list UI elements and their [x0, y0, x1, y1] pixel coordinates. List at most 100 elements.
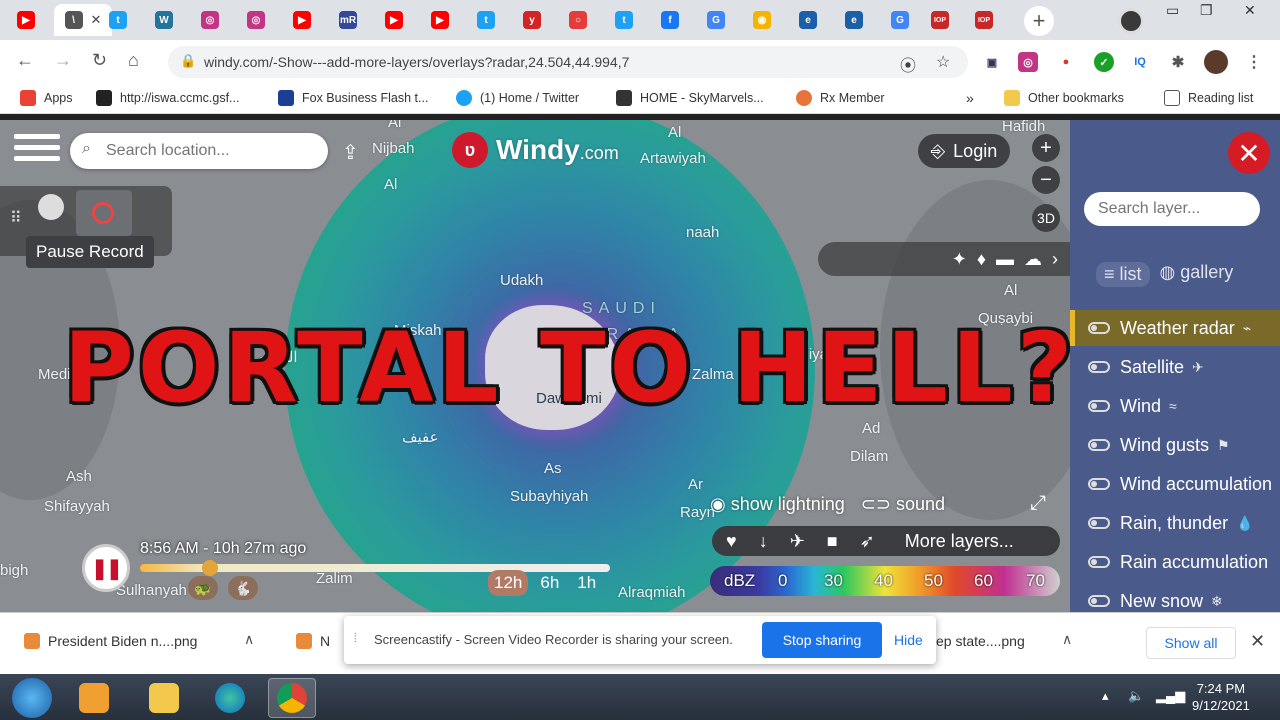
- location-search-input[interactable]: [106, 139, 316, 163]
- bookmark-twitter[interactable]: (1) Home / Twitter: [456, 90, 579, 106]
- show-all-downloads-button[interactable]: Show all: [1146, 627, 1236, 659]
- browser-tab[interactable]: G: [698, 4, 734, 36]
- layer-toggle[interactable]: [1088, 439, 1110, 451]
- tab-gallery[interactable]: ◍ gallery: [1160, 262, 1234, 287]
- login-button[interactable]: ⎆ Login: [918, 134, 1010, 168]
- instagram-extension-icon[interactable]: ◎: [1018, 52, 1038, 72]
- speed-fast-icon[interactable]: 🐇: [228, 576, 258, 600]
- bookmark-skymarvels[interactable]: HOME - SkyMarvels...: [616, 90, 764, 106]
- windy-map[interactable]: Al Nijbah Al Artawiyah Al Hafidh Miskah SAUDI AR…: [0, 120, 1070, 612]
- zoom-out-button[interactable]: −: [1032, 166, 1060, 194]
- browser-tab[interactable]: e: [790, 4, 826, 36]
- layer-toggle[interactable]: [1088, 478, 1110, 490]
- stop-sharing-button[interactable]: Stop sharing: [762, 622, 882, 658]
- browser-tab[interactable]: G: [882, 4, 918, 36]
- pause-record-button[interactable]: [76, 190, 132, 236]
- more-layers-button[interactable]: More layers...: [905, 531, 1014, 552]
- taskbar-file-explorer[interactable]: [140, 678, 188, 718]
- windows-start-button[interactable]: [12, 678, 52, 718]
- show-lightning-toggle[interactable]: ◉ show lightning: [710, 494, 845, 515]
- browser-tab[interactable]: W: [146, 4, 182, 36]
- browser-tab[interactable]: ○: [560, 4, 596, 36]
- browser-tab[interactable]: ◎: [192, 4, 228, 36]
- browser-tab[interactable]: ▶: [376, 4, 412, 36]
- menu-kebab-icon[interactable]: ⋮: [1244, 52, 1264, 72]
- chevron-right-icon[interactable]: ›: [1052, 249, 1058, 270]
- fullscreen-expand-icon[interactable]: ⤢: [1030, 492, 1046, 515]
- profile-avatar[interactable]: [1204, 50, 1228, 74]
- share-icon[interactable]: ⇪: [342, 140, 359, 165]
- pause-button[interactable]: ❚❚: [82, 544, 130, 592]
- layer-item[interactable]: Rain accumulation: [1070, 544, 1280, 580]
- layer-toggle[interactable]: [1088, 361, 1110, 373]
- browser-tab[interactable]: t: [606, 4, 642, 36]
- menu-hamburger-icon[interactable]: [14, 134, 60, 170]
- tab-list[interactable]: ≡ list: [1096, 262, 1150, 287]
- browser-tab[interactable]: ▶: [8, 4, 44, 36]
- browser-tab[interactable]: t: [100, 4, 136, 36]
- favorite-heart-icon[interactable]: ♥: [726, 531, 737, 552]
- restore-window-icon[interactable]: ❐: [1200, 2, 1213, 19]
- cursor-highlight-icon[interactable]: [38, 194, 64, 220]
- bookmark-fox-business[interactable]: Fox Business Flash t...: [278, 90, 428, 106]
- range-12h[interactable]: 12h: [488, 570, 529, 596]
- reading-list[interactable]: Reading list: [1164, 90, 1253, 106]
- home-icon[interactable]: ⌂: [128, 50, 139, 71]
- network-icon[interactable]: ▂▄▆: [1156, 688, 1185, 704]
- download-item[interactable]: N: [296, 633, 330, 649]
- screencastify-extension-icon[interactable]: ●: [1056, 52, 1076, 72]
- other-bookmarks[interactable]: Other bookmarks: [1004, 90, 1124, 106]
- location-search-box[interactable]: ⌕: [70, 133, 328, 169]
- chevron-up-icon[interactable]: ∧: [244, 631, 254, 648]
- new-tab-button[interactable]: +: [1024, 6, 1054, 36]
- cloud-tool-icon[interactable]: ☁: [1024, 249, 1042, 270]
- layer-item[interactable]: New snow ❄: [1070, 583, 1280, 612]
- download-item[interactable]: President Biden n....png: [24, 633, 197, 649]
- range-6h[interactable]: 6h: [534, 570, 565, 596]
- browser-tab[interactable]: IOP: [922, 4, 958, 36]
- layer-toggle[interactable]: [1088, 595, 1110, 607]
- wind-turbine-icon[interactable]: ➶: [860, 531, 875, 552]
- browser-tab[interactable]: IOP: [966, 4, 1002, 36]
- timeline-handle[interactable]: [202, 560, 218, 576]
- range-1h[interactable]: 1h: [571, 570, 602, 596]
- bookmark-apps[interactable]: Apps: [20, 90, 73, 106]
- drop-tool-icon[interactable]: ♦: [977, 249, 986, 270]
- pressure-icon[interactable]: ↓: [759, 531, 768, 552]
- 3d-view-button[interactable]: 3D: [1032, 204, 1060, 232]
- webcam-icon[interactable]: ■: [827, 531, 838, 552]
- url-text[interactable]: windy.com/-Show---add-more-layers/overla…: [204, 54, 629, 70]
- back-arrow-icon[interactable]: ←: [16, 50, 34, 71]
- browser-tab[interactable]: ◎: [238, 4, 274, 36]
- taskbar-chrome[interactable]: [268, 678, 316, 718]
- layer-toggle[interactable]: [1088, 400, 1110, 412]
- bookmark-rx-member[interactable]: Rx Member: [796, 90, 885, 106]
- minimize-window-icon[interactable]: ▭: [1166, 2, 1179, 19]
- bookmark-iswa[interactable]: http://iswa.ccmc.gsf...: [96, 90, 239, 106]
- hide-button[interactable]: Hide: [894, 632, 923, 648]
- bookmarks-overflow-chevron-icon[interactable]: »: [966, 90, 974, 106]
- tray-overflow-icon[interactable]: ▴: [1102, 688, 1109, 704]
- close-downloads-icon[interactable]: ✕: [1250, 631, 1265, 652]
- close-panel-button[interactable]: ✕: [1228, 132, 1270, 174]
- layer-item[interactable]: Wind gusts ⚑: [1070, 427, 1280, 463]
- zoom-in-button[interactable]: +: [1032, 134, 1060, 162]
- puzzle-extensions-icon[interactable]: ✱: [1168, 52, 1188, 72]
- browser-tab[interactable]: mR: [330, 4, 366, 36]
- tab-search-icon[interactable]: [1118, 8, 1144, 34]
- car-tool-icon[interactable]: ▬: [996, 249, 1014, 270]
- speed-slow-icon[interactable]: 🐢: [188, 576, 218, 600]
- reload-icon[interactable]: ↻: [92, 50, 107, 71]
- sound-toggle[interactable]: ⊂⊃ sound: [861, 494, 945, 515]
- browser-tab[interactable]: ▶: [422, 4, 458, 36]
- layer-toggle[interactable]: [1088, 517, 1110, 529]
- address-bar[interactable]: 🔒 windy.com/-Show---add-more-layers/over…: [168, 46, 968, 78]
- layer-toggle[interactable]: [1088, 322, 1110, 334]
- wind-tool-icon[interactable]: ✦: [952, 249, 967, 270]
- close-window-icon[interactable]: ✕: [1244, 2, 1256, 19]
- lock-icon[interactable]: 🔒: [180, 53, 196, 69]
- drag-handle-icon[interactable]: ⠿: [10, 208, 22, 228]
- taskbar-media-player[interactable]: [70, 678, 118, 718]
- layer-search-box[interactable]: [1084, 192, 1260, 226]
- volume-icon[interactable]: 🔈: [1128, 688, 1144, 704]
